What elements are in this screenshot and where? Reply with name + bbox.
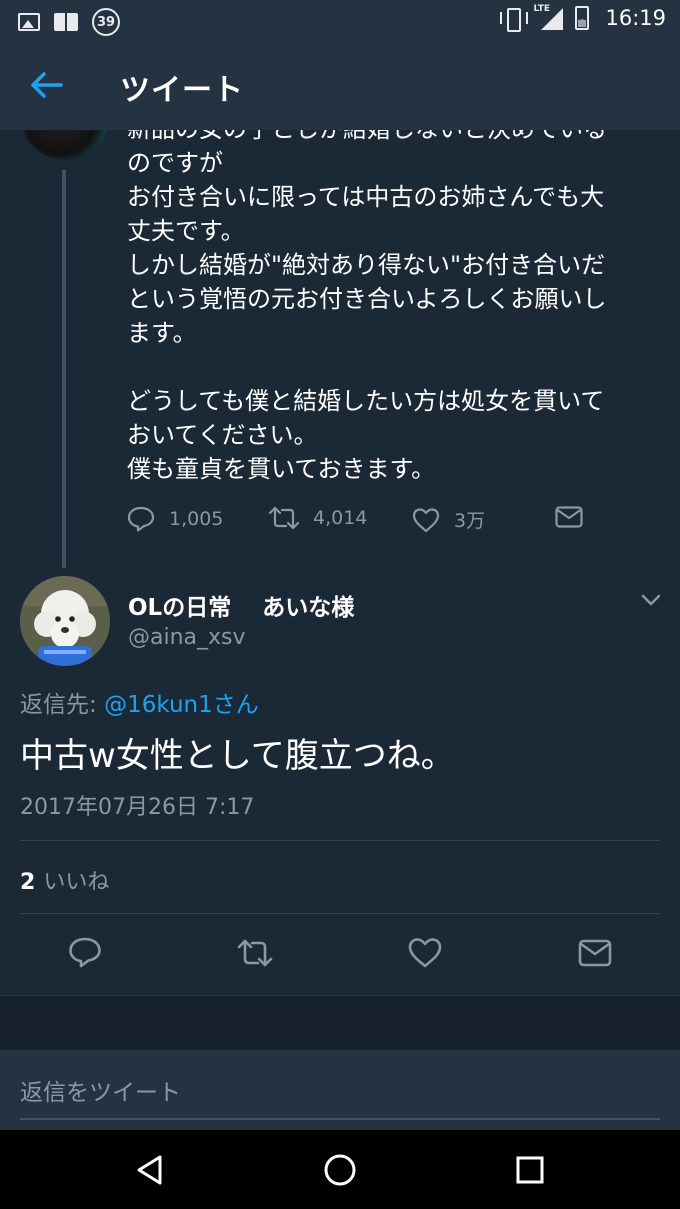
reply-composer (0, 1050, 680, 1130)
like-icon[interactable] (407, 935, 443, 971)
tweet-text: 中古w女性として腹立つね。 (20, 736, 455, 776)
like-action[interactable]: 3万 (412, 506, 485, 533)
notification-badge: 39 (92, 8, 120, 36)
message-action[interactable] (555, 506, 583, 528)
empty-area (0, 995, 680, 1050)
user-handle[interactable]: @aina_xsv (128, 625, 246, 650)
like-count: 3万 (454, 510, 486, 532)
divider (20, 840, 660, 841)
display-name[interactable]: OLの日常 あいな様 (128, 588, 354, 622)
retweet-icon (269, 506, 299, 530)
message-icon (555, 506, 583, 528)
reply-count: 1,005 (169, 508, 224, 530)
likes-count: 2 (20, 870, 36, 895)
network-type: LTE (533, 4, 551, 14)
divider (20, 913, 660, 914)
parent-tweet[interactable]: 新品の女の子としか結婚しないと決めている のですが お付き合いに限っては中古のお… (0, 130, 680, 568)
reply-action[interactable]: 1,005 (127, 506, 223, 532)
parent-tweet-actions: 1,005 4,014 3万 (127, 506, 597, 540)
navigation-bar (0, 1130, 680, 1209)
nav-recents-icon[interactable] (512, 1152, 548, 1188)
parent-tweet-text: 新品の女の子としか結婚しないと決めている のですが お付き合いに限っては中古のお… (127, 130, 607, 483)
tweet-timestamp: 2017年07月26日 7:17 (20, 795, 255, 820)
book-notification-icon (54, 13, 78, 31)
reply-mention-link[interactable]: @16kun1さん (104, 692, 259, 718)
retweet-action[interactable]: 4,014 (269, 506, 367, 530)
likes-summary[interactable]: 2 いいね (20, 864, 109, 896)
message-icon[interactable] (577, 935, 613, 971)
tweet-actions (0, 935, 680, 975)
poodle-avatar-image (20, 576, 110, 666)
reply-icon[interactable] (67, 935, 103, 971)
page-title: ツイート (120, 73, 244, 108)
nav-back-icon[interactable] (132, 1152, 168, 1188)
retweet-icon[interactable] (237, 935, 273, 971)
reply-input[interactable] (20, 1074, 660, 1120)
reply-to-label: 返信先: (20, 692, 105, 718)
avatar[interactable] (20, 576, 110, 666)
nav-home-icon[interactable] (322, 1152, 358, 1188)
retweet-count: 4,014 (313, 507, 368, 529)
thread-line (62, 170, 66, 568)
chevron-down-icon[interactable] (640, 592, 662, 608)
reply-icon (127, 506, 155, 532)
likes-label: いいね (43, 870, 110, 895)
avatar[interactable] (20, 130, 110, 160)
battery-percent: 39 (577, 14, 588, 22)
back-arrow-icon[interactable] (30, 70, 64, 100)
status-bar: 39 LTE 39 16:19 (0, 0, 680, 40)
signal-icon: LTE (533, 4, 564, 30)
image-notification-icon (18, 13, 40, 31)
app-bar: ツイート (0, 40, 680, 130)
reply-context: 返信先: @16kun1さん (20, 685, 259, 719)
vibrate-icon (499, 7, 529, 32)
like-icon (412, 507, 440, 532)
clock: 16:19 (605, 6, 666, 30)
battery-icon: 39 (575, 6, 590, 30)
